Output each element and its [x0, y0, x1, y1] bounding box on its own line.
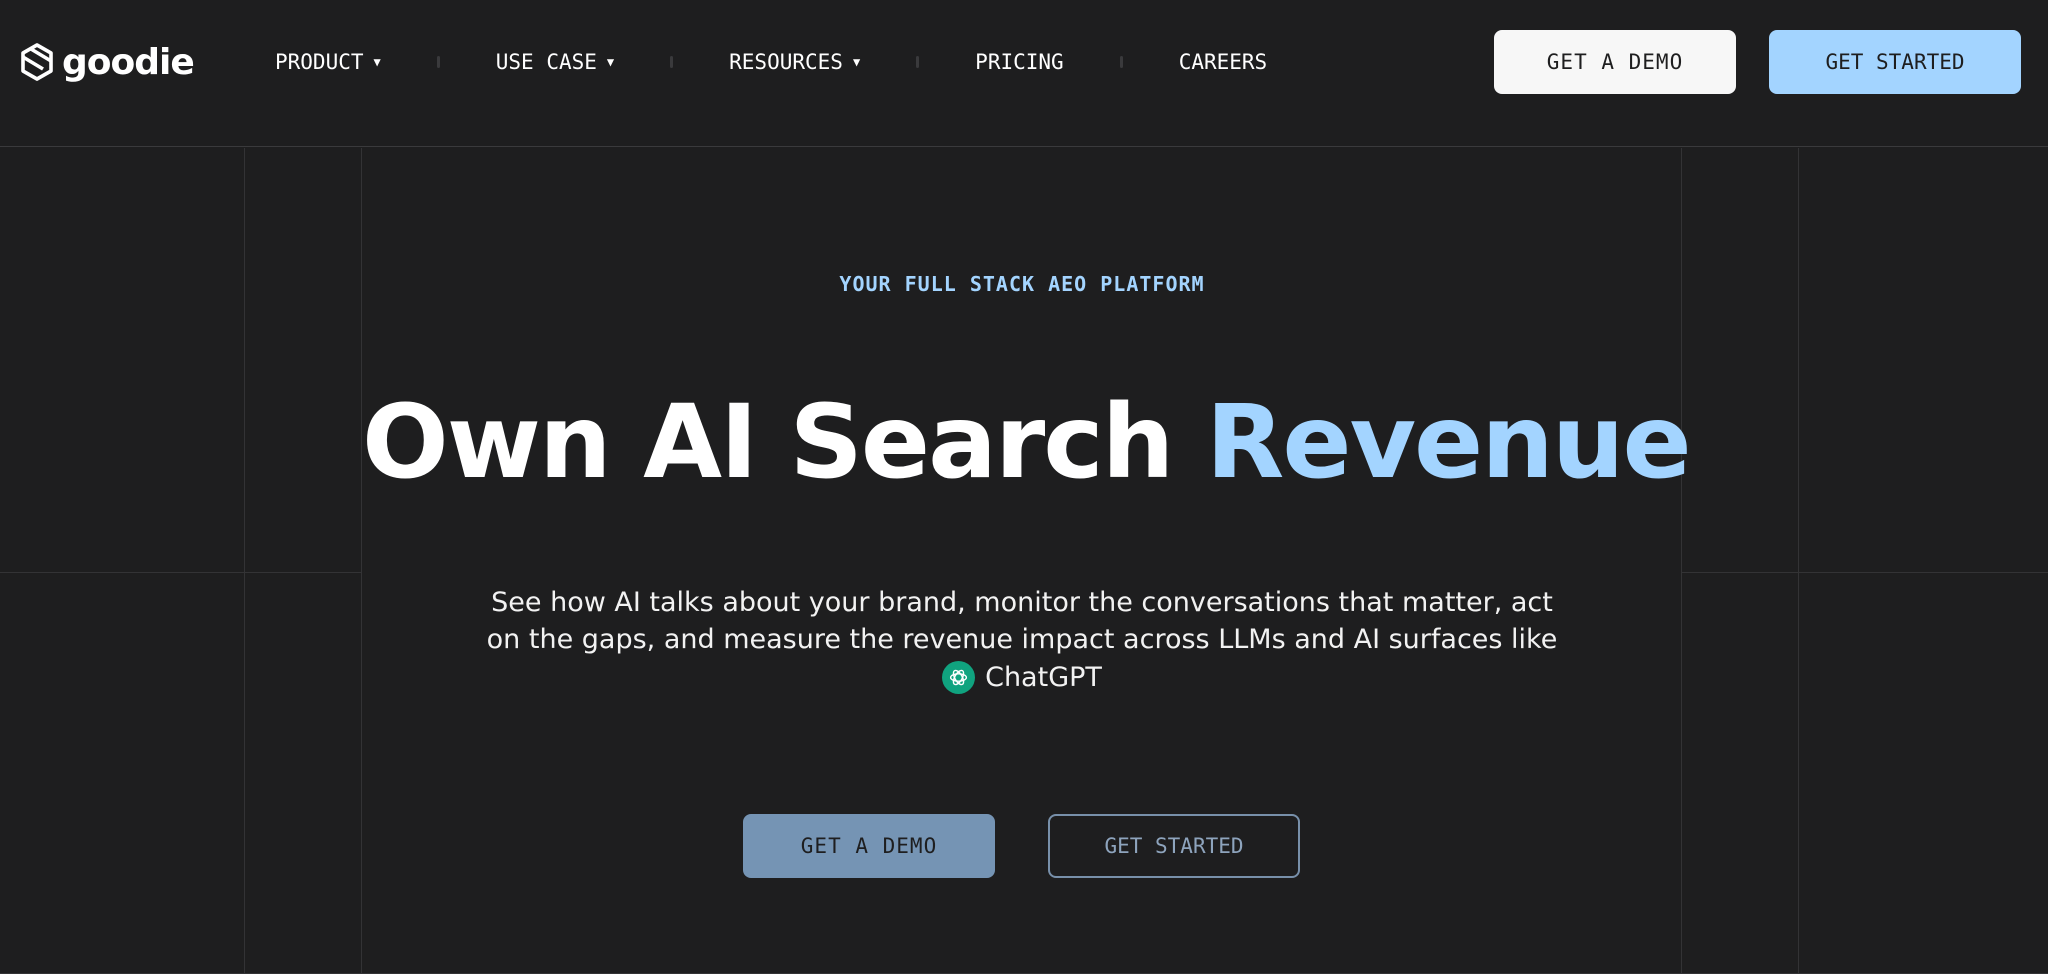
- grid-line: [244, 148, 245, 974]
- hero-eyebrow: YOUR FULL STACK AEO PLATFORM: [839, 272, 1205, 296]
- nav-get-started-button[interactable]: GET STARTED: [1769, 30, 2021, 94]
- nav-separator: [1119, 56, 1123, 68]
- subtext-body: See how AI talks about your brand, monit…: [486, 587, 1558, 655]
- hero-get-started-button[interactable]: GET STARTED: [1048, 814, 1300, 878]
- logo-text: goodie: [62, 41, 195, 83]
- grid-line: [1682, 572, 2048, 573]
- top-nav: goodie PRODUCT ▼ USE CASE ▼ RESOURCES ▼ …: [0, 0, 2048, 147]
- llm-name: ChatGPT: [985, 662, 1102, 693]
- nav-item-use-case[interactable]: USE CASE ▼: [496, 50, 614, 74]
- caret-down-icon: ▼: [373, 55, 381, 69]
- hero-subtext: See how AI talks about your brand, monit…: [482, 584, 1562, 696]
- headline-accent: Revenue: [1205, 383, 1692, 502]
- llm-chip: ChatGPT: [942, 659, 1102, 696]
- nav-item-label: USE CASE: [495, 50, 597, 74]
- nav-get-a-demo-button[interactable]: GET A DEMO: [1494, 30, 1736, 94]
- nav-separator: [436, 56, 440, 68]
- hero-get-a-demo-button[interactable]: GET A DEMO: [743, 814, 995, 878]
- nav-item-label: PRICING: [975, 50, 1064, 74]
- grid-line: [1798, 148, 1799, 974]
- nav-item-label: PRODUCT: [275, 50, 364, 74]
- nav-item-label: CAREERS: [1178, 50, 1268, 74]
- nav-separator: [670, 56, 674, 68]
- caret-down-icon: ▼: [606, 55, 615, 69]
- nav-item-pricing[interactable]: PRICING: [975, 50, 1064, 74]
- caret-down-icon: ▼: [852, 55, 861, 69]
- nav-links: PRODUCT ▼ USE CASE ▼ RESOURCES ▼ PRICING…: [275, 40, 1267, 84]
- chatgpt-icon: [942, 661, 976, 694]
- grid-line: [0, 572, 361, 573]
- nav-item-resources[interactable]: RESOURCES ▼: [729, 50, 860, 74]
- headline-main: Own AI Search: [362, 383, 1174, 502]
- nav-separator: [916, 56, 920, 68]
- nav-item-label: RESOURCES: [729, 50, 843, 74]
- nav-item-careers[interactable]: CAREERS: [1179, 50, 1268, 74]
- nav-item-product[interactable]: PRODUCT ▼: [275, 50, 381, 74]
- goodie-logo-icon: [21, 43, 53, 81]
- hero-headline: Own AI Search Revenue: [362, 383, 1692, 503]
- goodie-logo[interactable]: goodie: [20, 40, 195, 84]
